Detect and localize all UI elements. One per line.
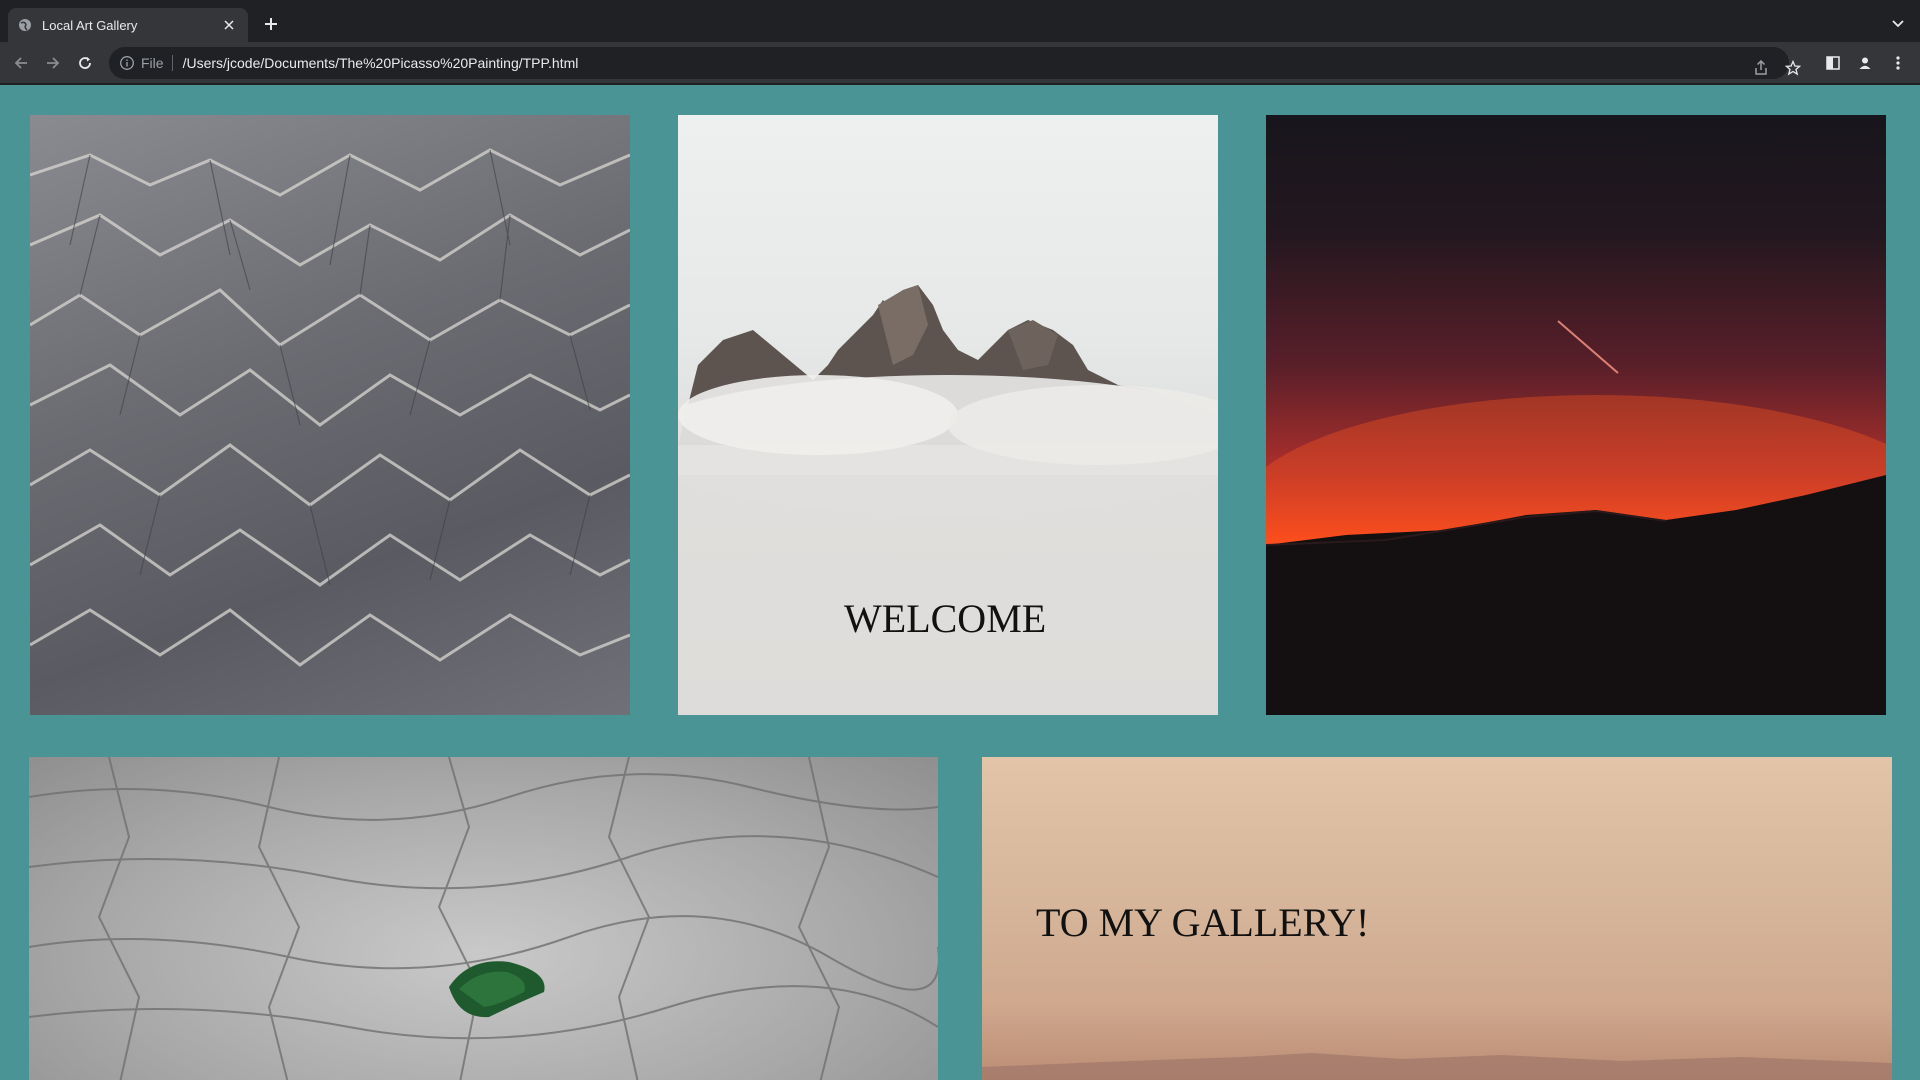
cracked-rock-photo <box>29 757 938 1080</box>
tab-title: Local Art Gallery <box>42 17 138 33</box>
new-tab-button[interactable] <box>260 13 282 35</box>
browser-toolbar: File /Users/jcode/Documents/The%20Picass… <box>0 42 1920 84</box>
forward-button[interactable] <box>41 51 65 75</box>
desert-haze-photo: TO MY GALLERY! <box>982 757 1892 1080</box>
back-button[interactable] <box>9 51 33 75</box>
side-panel-icon[interactable] <box>1821 51 1845 75</box>
chevron-down-icon[interactable] <box>1888 14 1908 34</box>
sunset-photo <box>1266 115 1886 715</box>
welcome-heading: WELCOME <box>844 596 1047 641</box>
url-text[interactable]: /Users/jcode/Documents/The%20Picasso%20P… <box>183 55 579 71</box>
gallery-page: WELCOME TO MY GALLERY! <box>0 85 1920 1080</box>
badlands-photo <box>30 115 630 715</box>
url-scheme-label: File <box>141 55 164 71</box>
close-tab-icon[interactable] <box>220 16 238 34</box>
tab-strip: Local Art Gallery <box>0 0 1920 42</box>
address-bar[interactable]: File /Users/jcode/Documents/The%20Picass… <box>109 47 1789 79</box>
profile-avatar-icon[interactable] <box>1853 51 1877 75</box>
misty-mountain-photo: WELCOME <box>678 115 1218 715</box>
reload-button[interactable] <box>73 51 97 75</box>
bookmark-star-icon[interactable] <box>1781 56 1805 80</box>
globe-icon <box>18 18 32 32</box>
more-menu-icon[interactable] <box>1886 51 1910 75</box>
info-icon[interactable] <box>119 55 135 71</box>
address-divider <box>171 55 173 71</box>
browser-tab[interactable]: Local Art Gallery <box>8 8 248 42</box>
gallery-subtitle: TO MY GALLERY! <box>1036 900 1370 945</box>
share-icon[interactable] <box>1749 56 1773 80</box>
